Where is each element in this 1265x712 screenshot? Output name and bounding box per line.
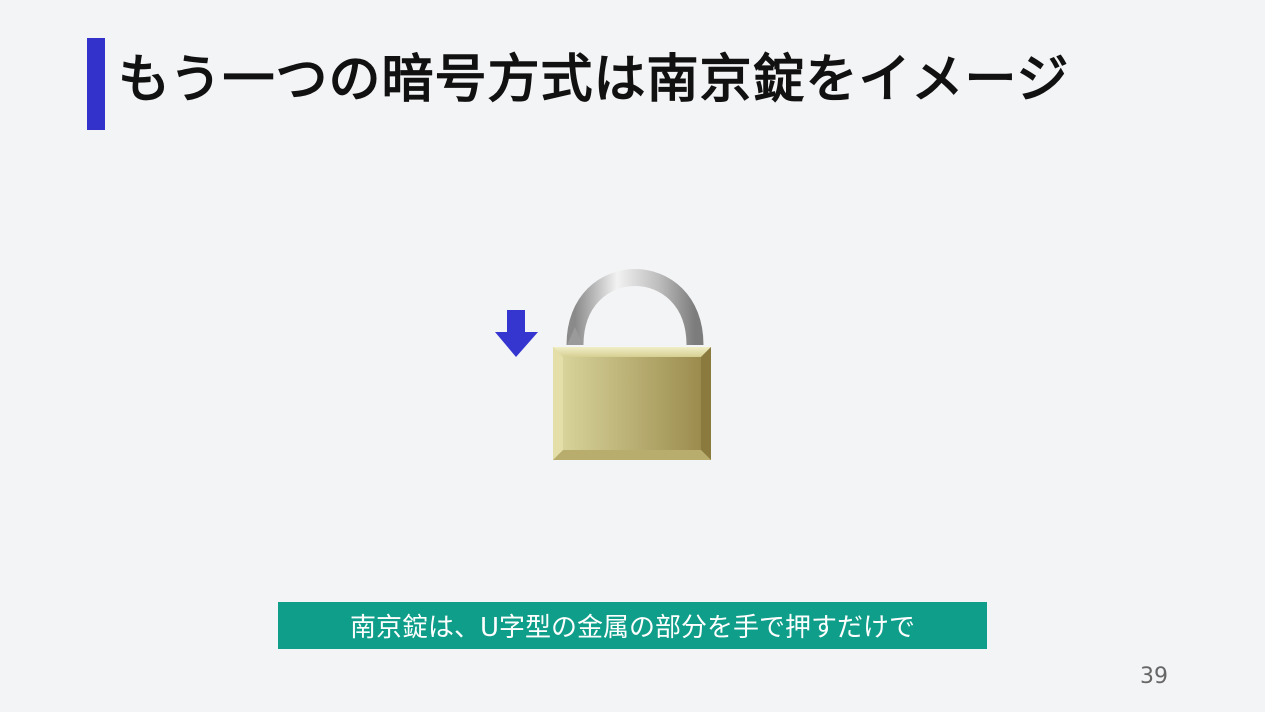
caption-box: 南京錠は、U字型の金属の部分を手で押すだけで <box>278 602 987 649</box>
padlock-icon <box>553 269 711 460</box>
slide-title: もう一つの暗号方式は南京錠をイメージ <box>118 50 1070 110</box>
title-accent-bar <box>87 38 105 130</box>
down-arrow-icon <box>495 310 538 357</box>
slide: もう一つの暗号方式は南京錠をイメージ 南京錠は、U字型の金属の部分を手で押すだけ… <box>0 0 1265 712</box>
caption-text: 南京錠は、U字型の金属の部分を手で押すだけで <box>349 613 916 643</box>
page-number: 39 <box>1140 664 1168 689</box>
padlock-illustration <box>495 269 711 460</box>
